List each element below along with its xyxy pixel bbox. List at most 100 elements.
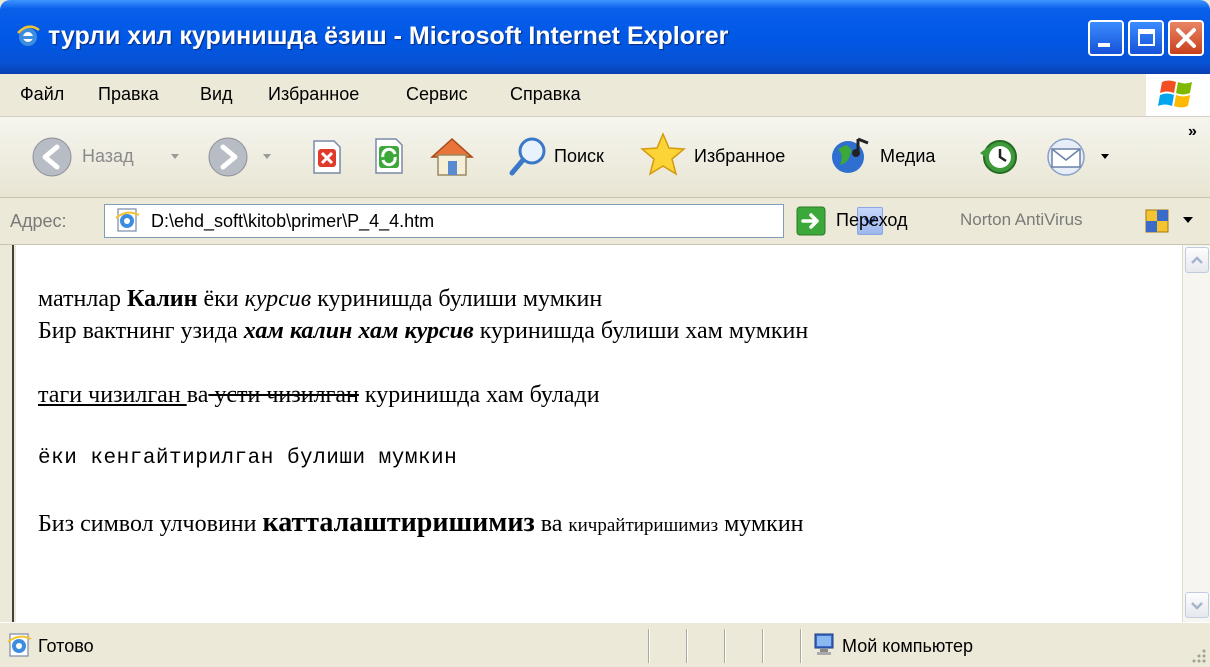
go-label: Переход xyxy=(836,210,908,230)
text-normal: Биз символ улчовини xyxy=(38,511,263,537)
menu-edit[interactable]: Правка xyxy=(98,84,159,105)
vertical-scrollbar[interactable] xyxy=(1182,245,1210,622)
norton-icon xyxy=(1145,209,1169,233)
text-line-2: Бир вактнинг узида хам калин хам курсив … xyxy=(38,315,808,347)
status-divider xyxy=(648,629,650,663)
forward-dropdown-icon xyxy=(263,154,271,159)
text-line-4: ёки кенгайтирилган булиши мумкин xyxy=(38,447,458,470)
forward-arrow-icon xyxy=(208,137,248,177)
text-small: кичрайтиришимиз xyxy=(568,515,719,536)
scroll-up-button[interactable] xyxy=(1185,247,1209,273)
favorites-label: Избранное xyxy=(694,146,786,166)
page-icon xyxy=(115,208,140,232)
window-title: турли хил куринишда ёзиш - Microsoft Int… xyxy=(48,22,729,50)
chevron-down-icon xyxy=(1191,602,1203,610)
text-line-1: матнлар Калин ёки курсив куринишда булиш… xyxy=(38,283,808,315)
text-line-5: Биз символ улчовини катталаштиришимиз ва… xyxy=(38,507,808,542)
windows-logo xyxy=(1146,74,1210,116)
text-underlined: таги чизилган xyxy=(38,382,187,408)
toolbar-overflow-chevron[interactable]: » xyxy=(1188,123,1197,141)
home-icon xyxy=(430,137,474,176)
menu-file[interactable]: Файл xyxy=(20,84,64,105)
media-globe-icon xyxy=(832,137,869,173)
search-label: Поиск xyxy=(554,146,604,166)
text-line-3: таги чизилган ва усти чизилган куринишда… xyxy=(38,379,808,411)
resize-grip-icon[interactable] xyxy=(1188,645,1208,665)
home-button[interactable] xyxy=(428,133,476,179)
menu-help[interactable]: Справка xyxy=(510,84,581,105)
windows-flag-icon xyxy=(1158,80,1192,108)
status-divider xyxy=(686,629,688,663)
text-normal: матнлар xyxy=(38,286,128,312)
status-bar: Готово Мой компьютер xyxy=(0,622,1210,667)
mail-icon xyxy=(1047,138,1085,176)
back-arrow-icon xyxy=(32,137,72,177)
text-normal: куринишда хам булади xyxy=(358,382,600,408)
maximize-button[interactable] xyxy=(1128,20,1164,56)
text-normal: ва xyxy=(186,382,209,408)
mail-button[interactable] xyxy=(1044,133,1116,179)
back-button[interactable]: Назад xyxy=(30,135,180,179)
computer-icon xyxy=(814,633,834,655)
text-large: катталаштиришимиз xyxy=(262,507,535,538)
page-content: матнлар Калин ёки курсив куринишда булиш… xyxy=(16,245,1182,622)
media-label: Медиа xyxy=(880,146,936,166)
standard-toolbar: Назад Поиск Избранное Медиа » xyxy=(0,117,1210,198)
norton-label: Norton AntiVirus xyxy=(960,210,1083,229)
address-label: Адрес: xyxy=(10,211,67,231)
mail-dropdown-icon xyxy=(1101,154,1109,159)
history-icon xyxy=(980,140,1017,174)
menu-favorites[interactable]: Избранное xyxy=(268,84,359,105)
back-label: Назад xyxy=(82,146,134,166)
address-bar: Адрес: D:\ehd_soft\kitob\primer\P_4_4.ht… xyxy=(0,198,1210,245)
text-normal: куринишда булиши мумкин xyxy=(311,286,603,312)
refresh-button[interactable] xyxy=(368,135,408,177)
text-normal: Бир вактнинг узида xyxy=(38,318,244,344)
stop-button[interactable] xyxy=(306,137,346,177)
favorites-button[interactable]: Избранное xyxy=(640,131,818,179)
go-arrow-icon xyxy=(796,206,826,236)
minimize-button[interactable] xyxy=(1088,20,1124,56)
text-normal: мумкин xyxy=(718,511,804,537)
history-button[interactable] xyxy=(976,133,1024,179)
text-normal: ёки xyxy=(197,286,245,312)
media-button[interactable]: Медиа xyxy=(826,133,952,179)
menu-view[interactable]: Вид xyxy=(200,84,233,105)
text-bold: Калин xyxy=(127,286,198,312)
close-button[interactable] xyxy=(1168,20,1204,56)
search-button[interactable]: Поиск xyxy=(506,133,626,179)
address-input[interactable]: D:\ehd_soft\kitob\primer\P_4_4.htm xyxy=(104,204,883,238)
text-strikethrough: усти чизилган xyxy=(208,382,359,408)
menu-tools[interactable]: Сервис xyxy=(406,84,468,105)
ie-icon xyxy=(17,25,40,46)
status-divider xyxy=(800,629,802,663)
search-icon xyxy=(509,137,546,176)
text-italic: курсив xyxy=(244,286,312,312)
content-left-edge xyxy=(0,245,16,622)
close-icon xyxy=(1176,28,1196,48)
status-divider xyxy=(724,629,726,663)
stop-icon xyxy=(313,140,341,174)
menu-bar: Файл Правка Вид Избранное Сервис Справка xyxy=(0,74,1210,117)
chevron-up-icon xyxy=(1191,256,1203,264)
go-button[interactable]: Переход xyxy=(796,204,936,238)
title-bar: турли хил куринишда ёзиш - Microsoft Int… xyxy=(0,0,1210,74)
text-normal: ва xyxy=(534,511,569,537)
document-text: матнлар Калин ёки курсив куринишда булиш… xyxy=(38,283,808,542)
scroll-down-button[interactable] xyxy=(1185,592,1209,618)
status-divider xyxy=(762,629,764,663)
status-text: Готово xyxy=(38,636,94,656)
maximize-icon xyxy=(1138,29,1155,46)
address-url: D:\ehd_soft\kitob\primer\P_4_4.htm xyxy=(151,211,435,231)
zone-text: Мой компьютер xyxy=(842,636,974,656)
forward-button[interactable] xyxy=(206,135,271,179)
back-dropdown-icon xyxy=(171,154,179,159)
minimize-icon xyxy=(1098,43,1110,47)
ie-page-icon xyxy=(7,633,32,657)
refresh-icon xyxy=(375,138,403,174)
favorites-star-icon xyxy=(640,132,686,176)
norton-dropdown-icon[interactable] xyxy=(1182,216,1194,226)
